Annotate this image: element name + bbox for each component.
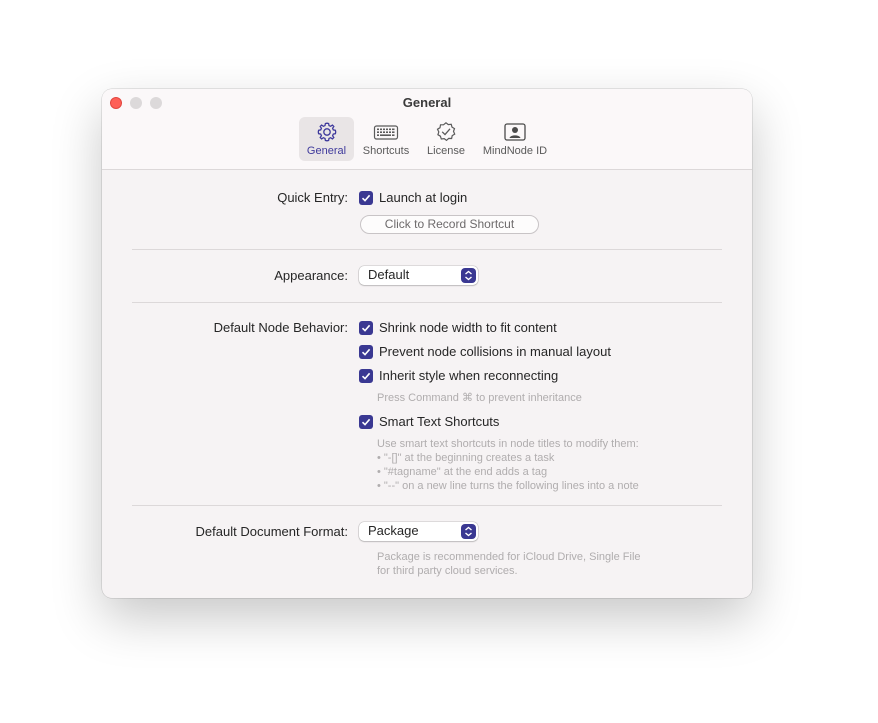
document-format-hint-line: Package is recommended for iCloud Drive,… [377, 551, 641, 563]
smart-text-checkbox[interactable] [359, 415, 373, 429]
appearance-label: Appearance: [274, 268, 348, 283]
node-behavior-label: Default Node Behavior: [213, 320, 348, 335]
appearance-value: Default [368, 267, 410, 282]
smart-text-label: Smart Text Shortcuts [379, 414, 500, 429]
checkmark-icon [361, 372, 371, 380]
checkmark-icon [361, 418, 371, 426]
document-format-hint-line: for third party cloud services. [377, 565, 518, 577]
smart-text-hint-line: • "--" on a new line turns the following… [377, 480, 639, 492]
updown-chevron-icon [461, 524, 476, 539]
smart-text-hint-line: • "-[]" at the beginning creates a task [377, 452, 555, 464]
checkmark-icon [361, 348, 371, 356]
window-title: General [402, 95, 452, 110]
section-divider [132, 302, 722, 303]
quick-entry-label: Quick Entry: [277, 190, 348, 205]
person-id-icon [504, 123, 526, 141]
document-format-value: Package [368, 523, 419, 538]
smart-text-hint-line: • "#tagname" at the end adds a tag [377, 466, 548, 478]
updown-chevron-icon [461, 268, 476, 283]
gear-icon [317, 122, 336, 142]
document-format-popup[interactable]: Package [359, 522, 478, 541]
inherit-style-hint: Press Command ⌘ to prevent inheritance [377, 392, 582, 404]
tab-general-label: General [306, 145, 347, 157]
prevent-collisions-checkbox[interactable] [359, 345, 373, 359]
section-divider [132, 505, 722, 506]
tab-mindnode-id-label: MindNode ID [482, 145, 548, 157]
section-divider [132, 249, 722, 250]
tab-mindnode-id[interactable]: MindNode ID [478, 117, 552, 161]
tab-general[interactable]: General [299, 117, 354, 161]
checkmark-icon [361, 194, 371, 202]
shrink-width-checkbox[interactable] [359, 321, 373, 335]
inherit-style-label: Inherit style when reconnecting [379, 368, 559, 383]
tab-license-label: License [427, 145, 465, 157]
verified-badge-icon [436, 122, 456, 142]
preferences-window: General General Shortcuts License MindNo… [102, 89, 752, 598]
toolbar: General General Shortcuts License MindNo… [102, 89, 752, 170]
record-shortcut-button[interactable]: Click to Record Shortcut [360, 215, 539, 234]
smart-text-hint-line: Use smart text shortcuts in node titles … [377, 438, 639, 450]
inherit-style-checkbox[interactable] [359, 369, 373, 383]
tab-license[interactable]: License [420, 117, 472, 161]
tab-shortcuts-label: Shortcuts [362, 145, 410, 157]
launch-at-login-checkbox[interactable] [359, 191, 373, 205]
keyboard-icon [373, 125, 399, 140]
shrink-width-label: Shrink node width to fit content [379, 320, 557, 335]
launch-at-login-label: Launch at login [379, 190, 468, 205]
document-format-label: Default Document Format: [195, 524, 348, 539]
appearance-popup[interactable]: Default [359, 266, 478, 285]
checkmark-icon [361, 324, 371, 332]
tab-shortcuts[interactable]: Shortcuts [358, 117, 414, 161]
prevent-collisions-label: Prevent node collisions in manual layout [379, 344, 611, 359]
